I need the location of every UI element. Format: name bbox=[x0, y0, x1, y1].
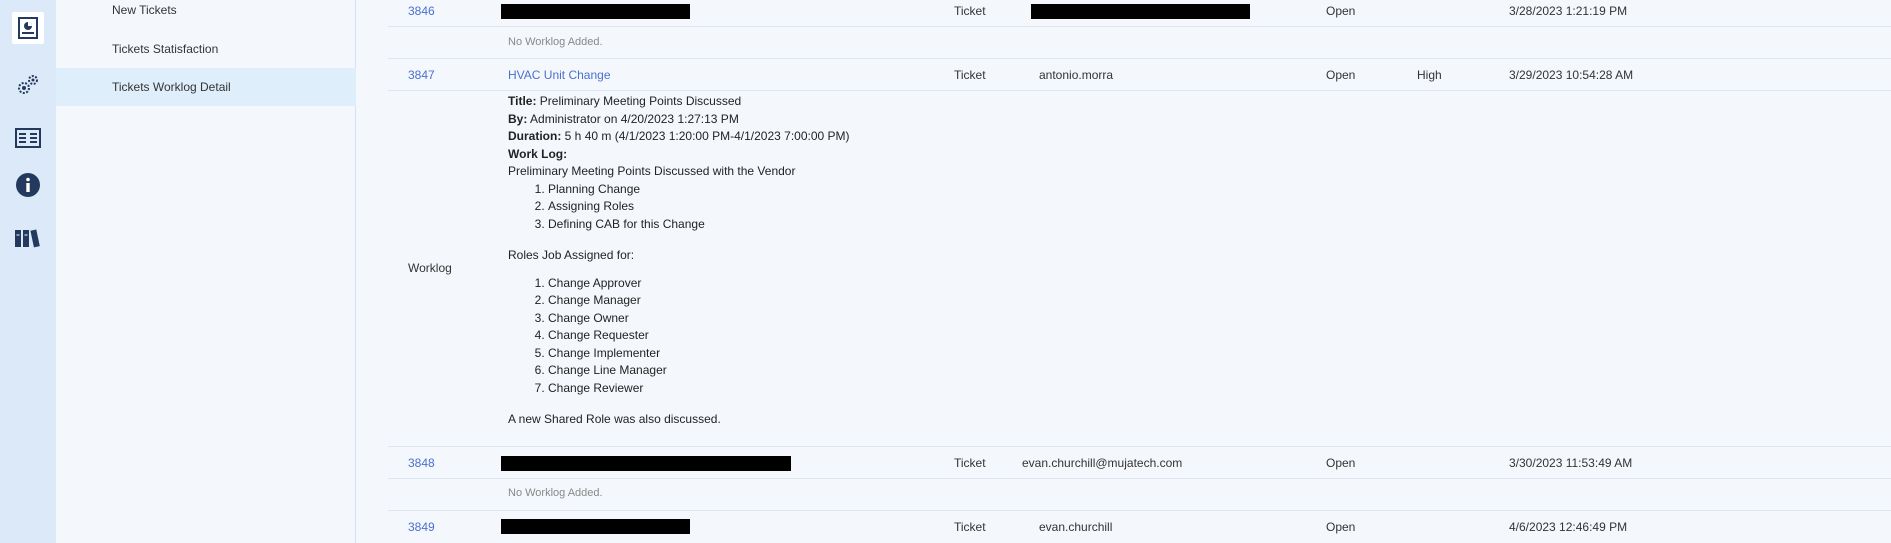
ticket-status: Open bbox=[1326, 520, 1356, 534]
ticket-type: Ticket bbox=[954, 68, 986, 82]
ticket-id-link[interactable]: 3848 bbox=[408, 456, 435, 470]
ticket-owner: antonio.morra bbox=[1039, 68, 1114, 82]
list-item: Change Reviewer bbox=[548, 380, 850, 398]
no-worklog-text: No Worklog Added. bbox=[508, 36, 603, 48]
ticket-status: Open bbox=[1326, 4, 1356, 18]
icon-sidebar bbox=[0, 0, 56, 543]
subnav-item-tickets-statisfaction[interactable]: Tickets Statisfaction bbox=[56, 30, 356, 68]
worklog-detail-row: Worklog Title: Preliminary Meeting Point… bbox=[388, 91, 1891, 447]
worklog-report-table: 3846 Ticket Open 3/28/2023 1:21:19 PM No… bbox=[388, 0, 1891, 543]
redacted-title bbox=[501, 456, 791, 471]
ticket-status: Open bbox=[1326, 456, 1356, 470]
list-item: Change Approver bbox=[548, 275, 850, 293]
ticket-owner: evan.churchill@mujatech.com bbox=[1022, 456, 1183, 470]
ticket-date: 3/28/2023 1:21:19 PM bbox=[1509, 4, 1628, 18]
discussion-points-list: Planning Change Assigning Roles Defining… bbox=[508, 181, 850, 234]
ticket-type: Ticket bbox=[954, 456, 986, 470]
subnav-item-new-tickets[interactable]: New Tickets bbox=[56, 0, 356, 29]
ticket-type: Ticket bbox=[954, 4, 986, 18]
list-item: Assigning Roles bbox=[548, 198, 850, 216]
table-row: 3846 Ticket Open 3/28/2023 1:21:19 PM bbox=[388, 0, 1891, 27]
worklog-duration-line: Duration: 5 h 40 m (4/1/2023 1:20:00 PM-… bbox=[508, 129, 850, 143]
list-item: Planning Change bbox=[548, 181, 850, 199]
subnav-item-tickets-worklog-detail[interactable]: Tickets Worklog Detail bbox=[56, 68, 356, 106]
worklog-row: No Worklog Added. bbox=[388, 479, 1891, 511]
worklog-content: Title: Preliminary Meeting Points Discus… bbox=[508, 93, 850, 429]
roles-list: Change Approver Change Manager Change Ow… bbox=[508, 275, 850, 398]
ticket-id-link[interactable]: 3847 bbox=[408, 68, 435, 82]
list-item: Change Implementer bbox=[548, 345, 850, 363]
worklog-title-line: Title: Preliminary Meeting Points Discus… bbox=[508, 94, 742, 108]
settings-gears-icon[interactable] bbox=[12, 69, 44, 101]
table-row: 3848 Ticket evan.churchill@mujatech.com … bbox=[388, 447, 1891, 479]
ticket-title-link[interactable]: HVAC Unit Change bbox=[508, 68, 611, 82]
ticket-date: 3/29/2023 10:54:28 AM bbox=[1509, 68, 1634, 82]
ticket-status: Open bbox=[1326, 68, 1356, 82]
worklog-heading: Work Log: bbox=[508, 146, 568, 161]
ticket-date: 3/30/2023 11:53:49 AM bbox=[1509, 456, 1633, 470]
news-list-icon[interactable] bbox=[12, 122, 44, 154]
dashboard-report-icon[interactable] bbox=[12, 12, 44, 44]
table-row: 3849 Ticket evan.churchill Open 4/6/2023… bbox=[388, 511, 1891, 543]
redacted-title bbox=[501, 4, 690, 19]
worklog-label: Worklog bbox=[408, 261, 452, 275]
info-icon[interactable] bbox=[12, 169, 44, 201]
list-item: Change Requester bbox=[548, 327, 850, 345]
worklog-intro: Preliminary Meeting Points Discussed wit… bbox=[508, 164, 796, 178]
worklog-row: No Worklog Added. bbox=[388, 27, 1891, 59]
ticket-id-link[interactable]: 3849 bbox=[408, 520, 435, 534]
no-worklog-text: No Worklog Added. bbox=[508, 487, 603, 499]
ticket-type: Ticket bbox=[954, 520, 986, 534]
worklog-closing: A new Shared Role was also discussed. bbox=[508, 412, 721, 426]
list-item: Defining CAB for this Change bbox=[548, 216, 850, 234]
list-item: Change Owner bbox=[548, 310, 850, 328]
reports-subnav: New Tickets Tickets Statisfaction Ticket… bbox=[56, 0, 356, 543]
worklog-by-line: By: Administrator on 4/20/2023 1:27:13 P… bbox=[508, 111, 739, 126]
list-item: Change Manager bbox=[548, 292, 850, 310]
library-books-icon[interactable] bbox=[12, 222, 44, 254]
ticket-priority: High bbox=[1417, 68, 1442, 82]
ticket-owner: evan.churchill bbox=[1039, 520, 1113, 534]
roles-intro: Roles Job Assigned for: bbox=[508, 248, 635, 262]
redacted-owner bbox=[1031, 4, 1250, 19]
ticket-id-link[interactable]: 3846 bbox=[408, 4, 435, 18]
ticket-date: 4/6/2023 12:46:49 PM bbox=[1509, 520, 1628, 534]
table-row: 3847 HVAC Unit Change Ticket antonio.mor… bbox=[388, 59, 1891, 91]
list-item: Change Line Manager bbox=[548, 362, 850, 380]
redacted-title bbox=[501, 519, 690, 534]
